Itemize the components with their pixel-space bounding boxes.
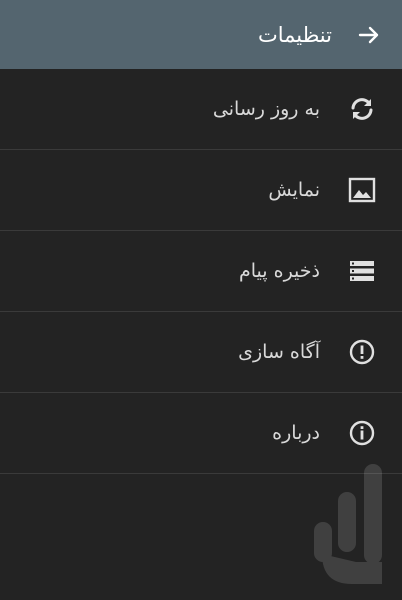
alert-icon xyxy=(348,338,376,366)
menu-item-label: ذخیره پیام xyxy=(239,260,320,282)
storage-icon xyxy=(348,257,376,285)
menu-item-save-message[interactable]: ذخیره پیام xyxy=(0,231,402,312)
store-logo-watermark xyxy=(312,462,386,592)
app-bar: تنظیمات xyxy=(0,0,402,69)
arrow-right-icon[interactable] xyxy=(358,24,380,46)
menu-item-label: آگاه سازی xyxy=(238,341,320,363)
settings-list: به روز رسانی نمایش ذخیره پیام آگاه سازی … xyxy=(0,69,402,474)
page-title: تنظیمات xyxy=(257,22,332,47)
menu-item-label: درباره xyxy=(272,422,320,444)
menu-item-update[interactable]: به روز رسانی xyxy=(0,69,402,150)
info-icon xyxy=(348,419,376,447)
refresh-icon xyxy=(348,95,376,123)
menu-item-display[interactable]: نمایش xyxy=(0,150,402,231)
menu-item-notifications[interactable]: آگاه سازی xyxy=(0,312,402,393)
menu-item-label: نمایش xyxy=(268,179,320,201)
menu-item-label: به روز رسانی xyxy=(212,98,320,120)
image-icon xyxy=(348,176,376,204)
